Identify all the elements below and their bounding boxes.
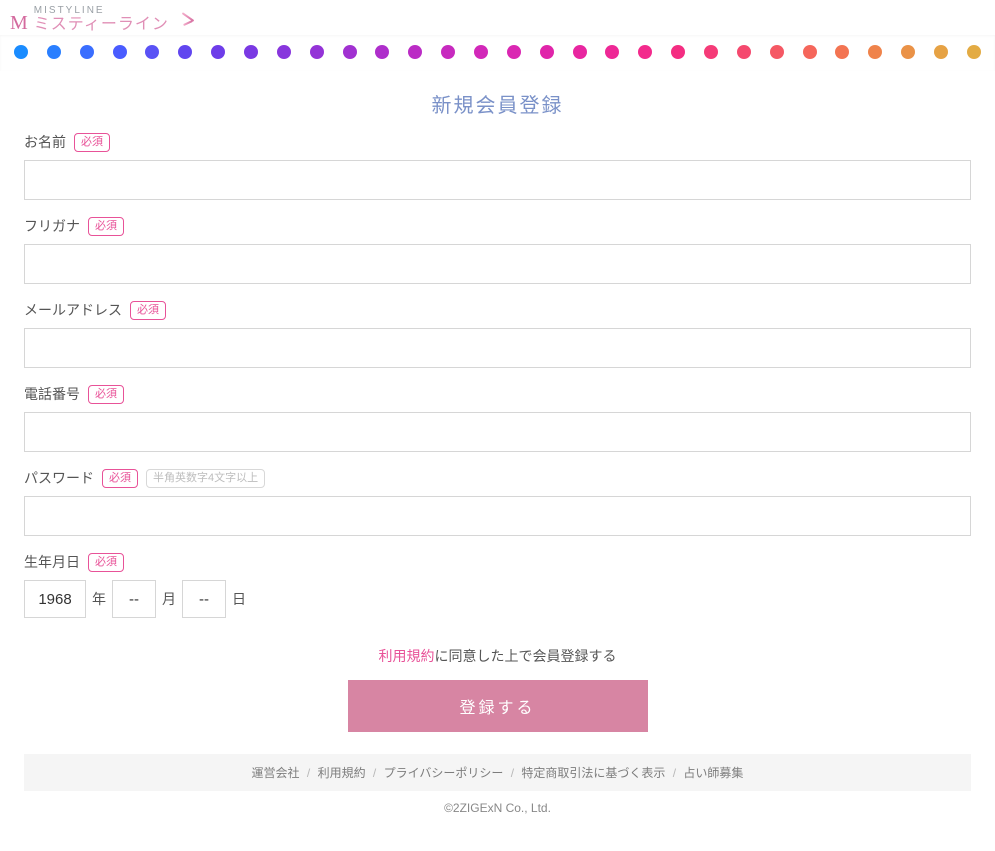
divider-dot (967, 45, 981, 59)
field-password: パスワード 必須 半角英数字4文字以上 (24, 468, 971, 536)
label-birth: 生年月日 (24, 552, 80, 572)
divider-dot (343, 45, 357, 59)
required-badge: 必須 (88, 217, 124, 236)
field-phone: 電話番号 必須 (24, 384, 971, 452)
divider-dot (540, 45, 554, 59)
consent-text: 利用規約に同意した上で会員登録する (24, 646, 971, 666)
divider-dot (310, 45, 324, 59)
divider-dot (770, 45, 784, 59)
footer-separator: / (300, 766, 318, 780)
divider-dot (375, 45, 389, 59)
suffix-year: 年 (92, 589, 106, 609)
required-badge: 必須 (130, 301, 166, 320)
required-badge: 必須 (88, 385, 124, 404)
footer-link[interactable]: 占い師募集 (683, 766, 743, 780)
divider-dot (244, 45, 258, 59)
divider-dot (14, 45, 28, 59)
consent-tail: に同意した上で会員登録する (435, 648, 617, 664)
sparkle-icon (177, 8, 201, 32)
page-title: 新規会員登録 (24, 71, 971, 132)
required-badge: 必須 (88, 553, 124, 572)
field-kana: フリガナ 必須 (24, 216, 971, 284)
birth-day-input[interactable] (182, 580, 226, 618)
divider-dot (408, 45, 422, 59)
divider-dot (145, 45, 159, 59)
required-badge: 必須 (102, 469, 138, 488)
divider-dot (47, 45, 61, 59)
divider-dot (803, 45, 817, 59)
required-badge: 必須 (74, 133, 110, 152)
divider-dot (901, 45, 915, 59)
divider-dot (737, 45, 751, 59)
label-name: お名前 (24, 132, 66, 152)
birth-month-input[interactable] (112, 580, 156, 618)
divider-dot (178, 45, 192, 59)
divider-dot (80, 45, 94, 59)
footer-link[interactable]: プライバシーポリシー (384, 766, 504, 780)
divider-dot (638, 45, 652, 59)
tos-link[interactable]: 利用規約 (379, 648, 435, 664)
divider-dot (573, 45, 587, 59)
phone-input[interactable] (24, 412, 971, 452)
divider-dot (441, 45, 455, 59)
copyright: ©2ZIGExN Co., Ltd. (24, 791, 971, 831)
submit-button[interactable]: 登録する (348, 680, 648, 732)
divider-dot (211, 45, 225, 59)
suffix-month: 月 (162, 589, 176, 609)
divider-dot (113, 45, 127, 59)
footer-link[interactable]: 利用規約 (318, 766, 366, 780)
label-phone: 電話番号 (24, 384, 80, 404)
divider-dot (277, 45, 291, 59)
divider-dot (671, 45, 685, 59)
divider-dot (868, 45, 882, 59)
field-name: お名前 必須 (24, 132, 971, 200)
brand-name-en: MISTYLINE (34, 6, 169, 17)
brand-logo[interactable]: M MISTYLINE ミスティーライン (0, 0, 995, 35)
brand-monogram: M (10, 12, 28, 35)
name-input[interactable] (24, 160, 971, 200)
divider-dot (835, 45, 849, 59)
label-email: メールアドレス (24, 300, 122, 320)
divider-dot (474, 45, 488, 59)
rainbow-divider (0, 35, 995, 71)
divider-dot (507, 45, 521, 59)
kana-input[interactable] (24, 244, 971, 284)
field-email: メールアドレス 必須 (24, 300, 971, 368)
label-kana: フリガナ (24, 216, 80, 236)
footer-bar: 運営会社 / 利用規約 / プライバシーポリシー / 特定商取引法に基づく表示 … (24, 754, 971, 791)
brand-name-jp: ミスティーライン (34, 17, 169, 34)
footer-separator: / (366, 766, 384, 780)
label-password: パスワード (24, 468, 94, 488)
divider-dot (605, 45, 619, 59)
password-hint: 半角英数字4文字以上 (146, 469, 265, 488)
footer-link[interactable]: 運営会社 (252, 766, 300, 780)
birth-year-input[interactable] (24, 580, 86, 618)
password-input[interactable] (24, 496, 971, 536)
divider-dot (934, 45, 948, 59)
field-birth: 生年月日 必須 年 月 日 (24, 552, 971, 618)
footer-separator: / (665, 766, 683, 780)
suffix-day: 日 (232, 589, 246, 609)
footer-link[interactable]: 特定商取引法に基づく表示 (521, 766, 665, 780)
email-input[interactable] (24, 328, 971, 368)
footer-separator: / (503, 766, 521, 780)
divider-dot (704, 45, 718, 59)
